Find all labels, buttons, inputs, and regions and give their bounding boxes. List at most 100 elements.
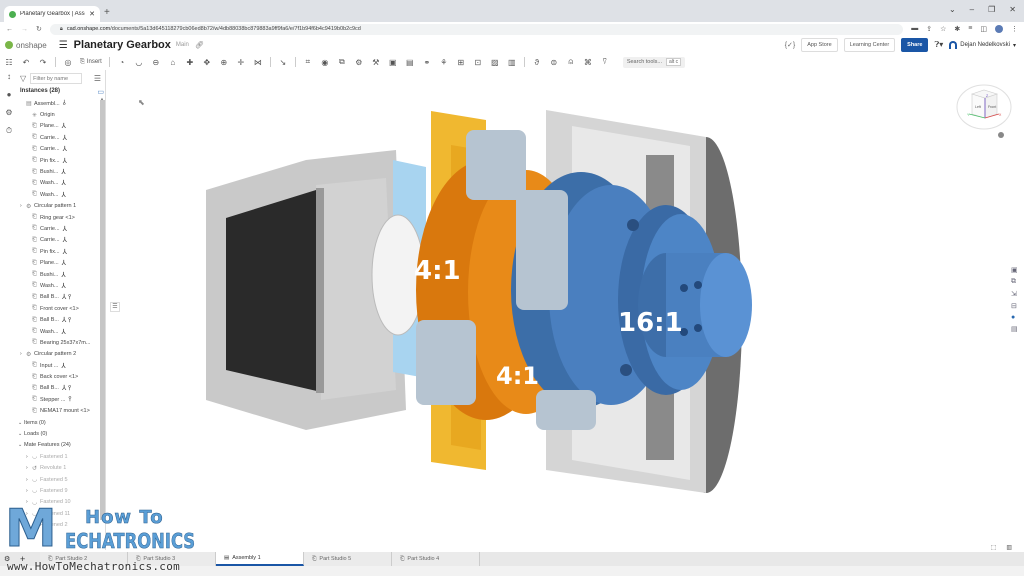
tree-item[interactable]: ⎗ Front cover <1> — [18, 303, 100, 314]
close-tab-icon[interactable]: ✕ — [89, 10, 95, 18]
browser-tab[interactable]: Planetary Gearbox | Assembly 1 ✕ — [4, 6, 100, 22]
linear-relation-icon[interactable]: ▤ — [405, 58, 415, 67]
redo-icon[interactable]: ↷ — [38, 58, 48, 67]
parallel-mate-icon[interactable]: ✛ — [236, 58, 246, 67]
tree-item[interactable]: ⌄ Items (0) — [18, 417, 100, 428]
explode-icon[interactable]: ⊞ — [456, 58, 466, 67]
branch-label[interactable]: Main — [176, 42, 189, 48]
display-states-icon[interactable]: ▥ — [507, 58, 517, 67]
tree-item[interactable]: › ⚙ Circular pattern 2 — [18, 349, 100, 360]
menu-kebab-icon[interactable]: ⋮ — [1011, 25, 1018, 33]
tree-item[interactable]: ⎗ Carrie... ⅄ — [18, 144, 100, 155]
search-tools[interactable]: Search tools... alt c — [622, 56, 686, 68]
tree-item[interactable]: ⎗ Wash... ⅄ — [18, 189, 100, 200]
tree-item[interactable]: ⎗ Carrie... ⅄ — [18, 132, 100, 143]
tree-item[interactable]: ⎗ Wash... ⅄ — [18, 326, 100, 337]
list-view-icon[interactable]: ☰ — [94, 74, 101, 83]
tree-item[interactable]: ⎗ Pin fix... ⅄ — [18, 246, 100, 257]
reading-list-icon[interactable]: ≡ — [968, 25, 972, 33]
tab-assembly-1[interactable]: ▤ Assembly 1 — [216, 552, 304, 566]
tab-part-studio-4[interactable]: ⎗ Part Studio 4 — [392, 552, 480, 566]
bom-icon[interactable]: ⧉ — [1011, 278, 1018, 286]
mates-list-icon[interactable]: ⇲ — [1011, 290, 1018, 298]
sidepanel-icon[interactable]: ◫ — [980, 25, 987, 33]
replicate-icon[interactable]: ⚭ — [422, 58, 432, 67]
group-icon[interactable]: ⌗ — [303, 57, 313, 67]
tree-item[interactable]: ⎗ Ball B... ⅄ ⫯ — [18, 383, 100, 394]
back-icon[interactable]: ← — [6, 26, 13, 33]
filter-by-name-input[interactable] — [30, 73, 83, 84]
tree-item[interactable]: ✳ Origin — [18, 109, 100, 120]
width-mate-icon[interactable]: ⋈ — [253, 58, 263, 67]
tab-part-studio-5[interactable]: ⎗ Part Studio 5 — [304, 552, 392, 566]
mass-properties-icon[interactable]: ⊜ — [549, 58, 559, 67]
named-position-icon[interactable]: ⊡ — [473, 58, 483, 67]
restore-icon[interactable]: ❐ — [988, 5, 995, 14]
tree-scrollbar[interactable] — [100, 100, 105, 520]
expand-panel-icon[interactable]: ☰ — [110, 302, 120, 312]
mate-features-icon[interactable]: ↕ — [7, 72, 11, 81]
onshape-logo[interactable]: onshape — [5, 41, 47, 50]
tree-item[interactable]: ⌄ Loads (0) — [18, 428, 100, 439]
link-icon[interactable]: 🔗︎ — [195, 41, 204, 49]
tree-item[interactable]: ▤ Assembl... ⫰ — [18, 98, 100, 109]
tree-item[interactable]: ⎗ Back cover <1> — [18, 371, 100, 382]
fastened-mate-icon[interactable]: ◔ — [117, 58, 127, 67]
tree-item[interactable]: ⎗ Bushi... ⅄ — [18, 269, 100, 280]
tree-item[interactable]: ⎗ Plane... ⅄ — [18, 121, 100, 132]
revolute-mate-icon[interactable]: ◡ — [134, 58, 144, 67]
relation-icon[interactable]: ⧉ — [337, 57, 347, 67]
pattern-icon[interactable]: ⚘ — [439, 58, 449, 67]
comments-icon[interactable]: ● — [7, 90, 12, 99]
new-tab-button[interactable]: + — [104, 7, 110, 18]
simulation-icon[interactable]: ⍢ — [600, 57, 610, 67]
help-icon[interactable]: ❓︎▾ — [934, 40, 943, 50]
slider-mate-icon[interactable]: ⊖ — [151, 58, 161, 67]
undo-icon[interactable]: ↶ — [21, 58, 31, 67]
tree-item[interactable]: › ◡ Fastened 5 — [18, 474, 100, 485]
insert-button[interactable]: ⎘ Insert — [80, 59, 102, 66]
tab-search-icon[interactable]: ⌄ — [949, 5, 956, 14]
release-icon[interactable]: {✓} — [785, 41, 796, 49]
configurations-icon[interactable]: ⚙ — [5, 108, 12, 117]
version-graph-icon[interactable]: ▥ — [1006, 544, 1012, 551]
reload-icon[interactable]: ↻ — [36, 25, 42, 33]
tab-manager-icon[interactable]: ⬚ — [991, 544, 997, 551]
render-studio-icon[interactable]: ● — [1011, 314, 1018, 321]
tree-item[interactable]: ⎗ Bearing 25x37x7m... — [18, 337, 100, 348]
extensions-icon[interactable]: ✱ — [954, 25, 960, 33]
tree-item[interactable]: ⎗ Bushi... ⅄ — [18, 166, 100, 177]
tree-item[interactable]: ⎗ Stepper ... ⫯ — [18, 394, 100, 405]
tree-item[interactable]: ⌄ Mate Features (24) — [18, 440, 100, 451]
feature-list-icon[interactable]: ☷ — [4, 58, 14, 67]
tree-item[interactable]: ⎗ Ring gear <1> — [18, 212, 100, 223]
pin-slot-mate-icon[interactable]: ✥ — [202, 58, 212, 67]
properties-icon[interactable]: ▤ — [1011, 325, 1018, 333]
view-cube[interactable]: Left Front X Y Z — [955, 72, 1013, 142]
configurations-panel-icon[interactable]: ⊟ — [1011, 302, 1018, 310]
tree-item[interactable]: ⎗ NEMA17 mount <1> — [18, 406, 100, 417]
tree-item[interactable]: ⎗ Ball B... ⅄ ⫯ — [18, 314, 100, 325]
tree-item[interactable]: ⎗ Wash... ⅄ — [18, 280, 100, 291]
animate-icon[interactable]: ⍝ — [566, 57, 576, 67]
history-icon[interactable]: ⏱ — [6, 126, 12, 136]
section-view-icon[interactable]: ▨ — [490, 58, 500, 67]
app-store-button[interactable]: App Store — [801, 38, 838, 52]
forward-icon[interactable]: → — [21, 26, 28, 33]
profile-avatar[interactable] — [995, 25, 1003, 33]
tree-item[interactable]: › ↺ Revolute 1 — [18, 463, 100, 474]
document-menu-icon[interactable]: ☰ — [59, 40, 68, 51]
tree-item[interactable]: › ◡ Fastened 1 — [18, 451, 100, 462]
document-title[interactable]: Planetary Gearbox — [74, 39, 171, 51]
gear-relation-icon[interactable]: ⚙ — [354, 58, 364, 67]
tree-item[interactable]: ⎗ Carrie... ⅄ — [18, 235, 100, 246]
tangent-mate-icon[interactable]: ↘ — [278, 58, 288, 67]
tree-item[interactable]: ⎗ Carrie... ⅄ — [18, 223, 100, 234]
bookmark-star-icon[interactable]: ☆ — [940, 25, 946, 33]
tree-item[interactable]: › ◡ Fastened 9 — [18, 485, 100, 496]
tree-item[interactable]: ⎗ Wash... ⅄ — [18, 178, 100, 189]
rack-relation-icon[interactable]: ⚒ — [371, 58, 381, 67]
ball-mate-icon[interactable]: ⊕ — [219, 58, 229, 67]
tree-item[interactable]: ⎗ Plane... ⅄ — [18, 257, 100, 268]
url-field[interactable]: 🔒︎ cad.onshape.com /documents/5a13d64511… — [49, 23, 904, 35]
